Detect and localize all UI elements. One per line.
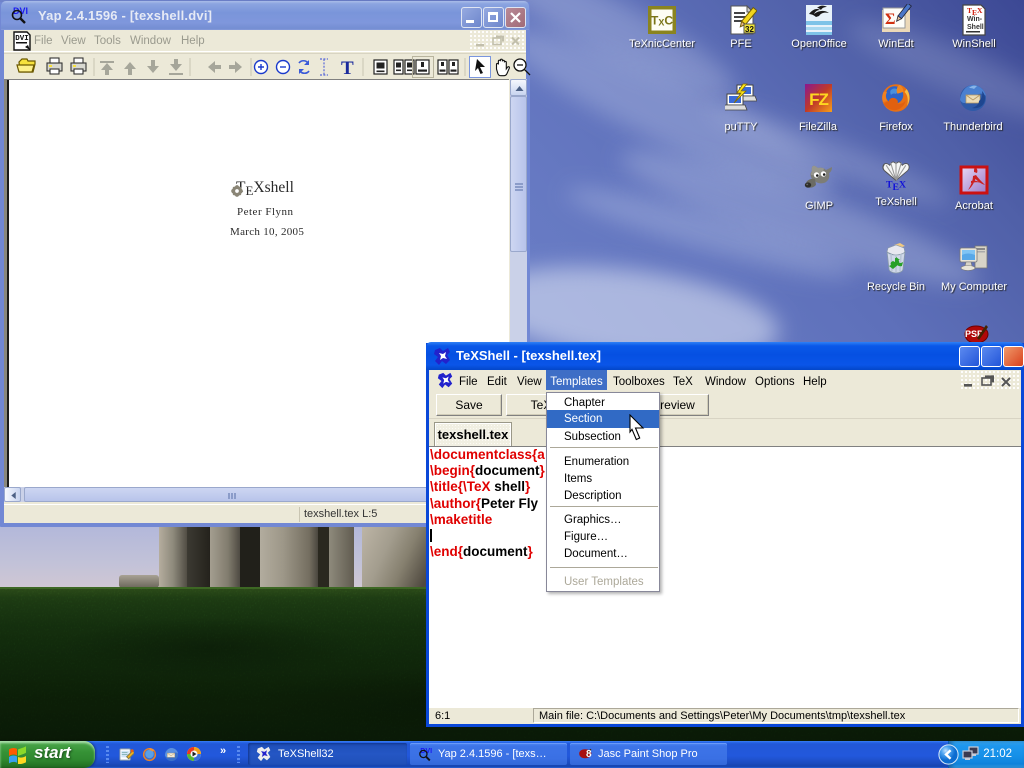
svg-text:Win-: Win-	[967, 16, 983, 23]
svg-text:FZ: FZ	[809, 90, 828, 109]
svg-text:T: T	[341, 58, 354, 79]
svg-text:TEX: TEX	[886, 180, 906, 192]
svg-text:32: 32	[745, 25, 754, 34]
svg-text:DVI: DVI	[15, 35, 29, 43]
svg-text:Σ: Σ	[885, 11, 895, 28]
svg-text:Shell: Shell	[967, 24, 984, 31]
